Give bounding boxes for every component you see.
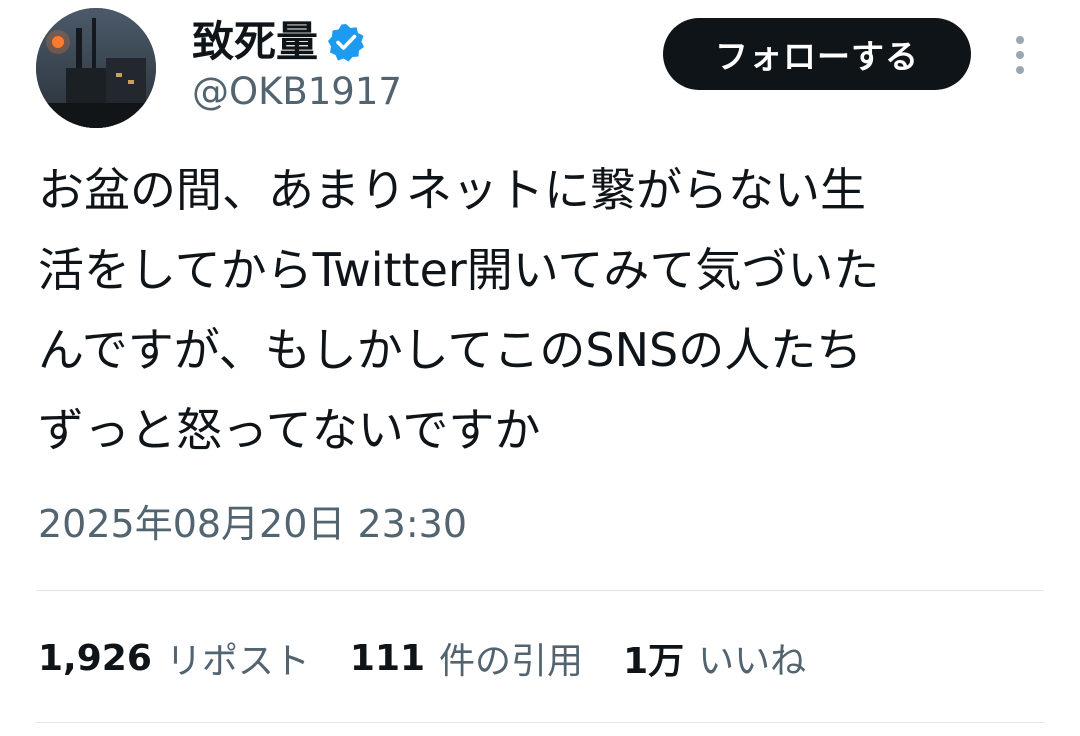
- likes-stat[interactable]: 1万 いいね: [623, 632, 806, 684]
- quotes-stat[interactable]: 111 件の引用: [350, 632, 583, 684]
- quotes-label: 件の引用: [439, 641, 584, 682]
- tweet-text-line: お盆の間、あまりネットに繋がらない生: [38, 163, 866, 217]
- author-handle[interactable]: @OKB1917: [192, 66, 402, 118]
- avatar[interactable]: [36, 8, 156, 128]
- quotes-count: 111: [349, 637, 426, 679]
- more-vertical-icon[interactable]: [1000, 30, 1040, 80]
- divider: [36, 590, 1044, 591]
- tweet-text: お盆の間、あまりネットに繋がらない生 活をしてからTwitter開いてみて気づい…: [38, 150, 1038, 470]
- tweet-text-line: ずっと怒ってないですか: [38, 403, 541, 457]
- avatar-image: [36, 8, 156, 128]
- author-name-row: 致死量: [192, 14, 366, 70]
- divider: [36, 722, 1044, 723]
- likes-count: 1万: [623, 641, 685, 682]
- reposts-label: リポスト: [165, 641, 310, 682]
- tweet-text-line: 活をしてからTwitter開いてみて気づいた: [38, 243, 880, 297]
- follow-button[interactable]: フォローする: [663, 18, 971, 90]
- author-display-name[interactable]: 致死量: [192, 14, 318, 70]
- tweet-stats: 1,926 リポスト 111 件の引用 1万 いいね: [38, 628, 846, 688]
- likes-label: いいね: [698, 641, 807, 682]
- reposts-count: 1,926: [38, 637, 152, 679]
- tweet-text-line: んですが、もしかしてこのSNSの人たち: [38, 323, 863, 377]
- tweet-timestamp[interactable]: 2025年08月20日 23:30: [38, 496, 467, 552]
- reposts-stat[interactable]: 1,926 リポスト: [38, 632, 310, 684]
- verified-badge-icon: [326, 22, 366, 62]
